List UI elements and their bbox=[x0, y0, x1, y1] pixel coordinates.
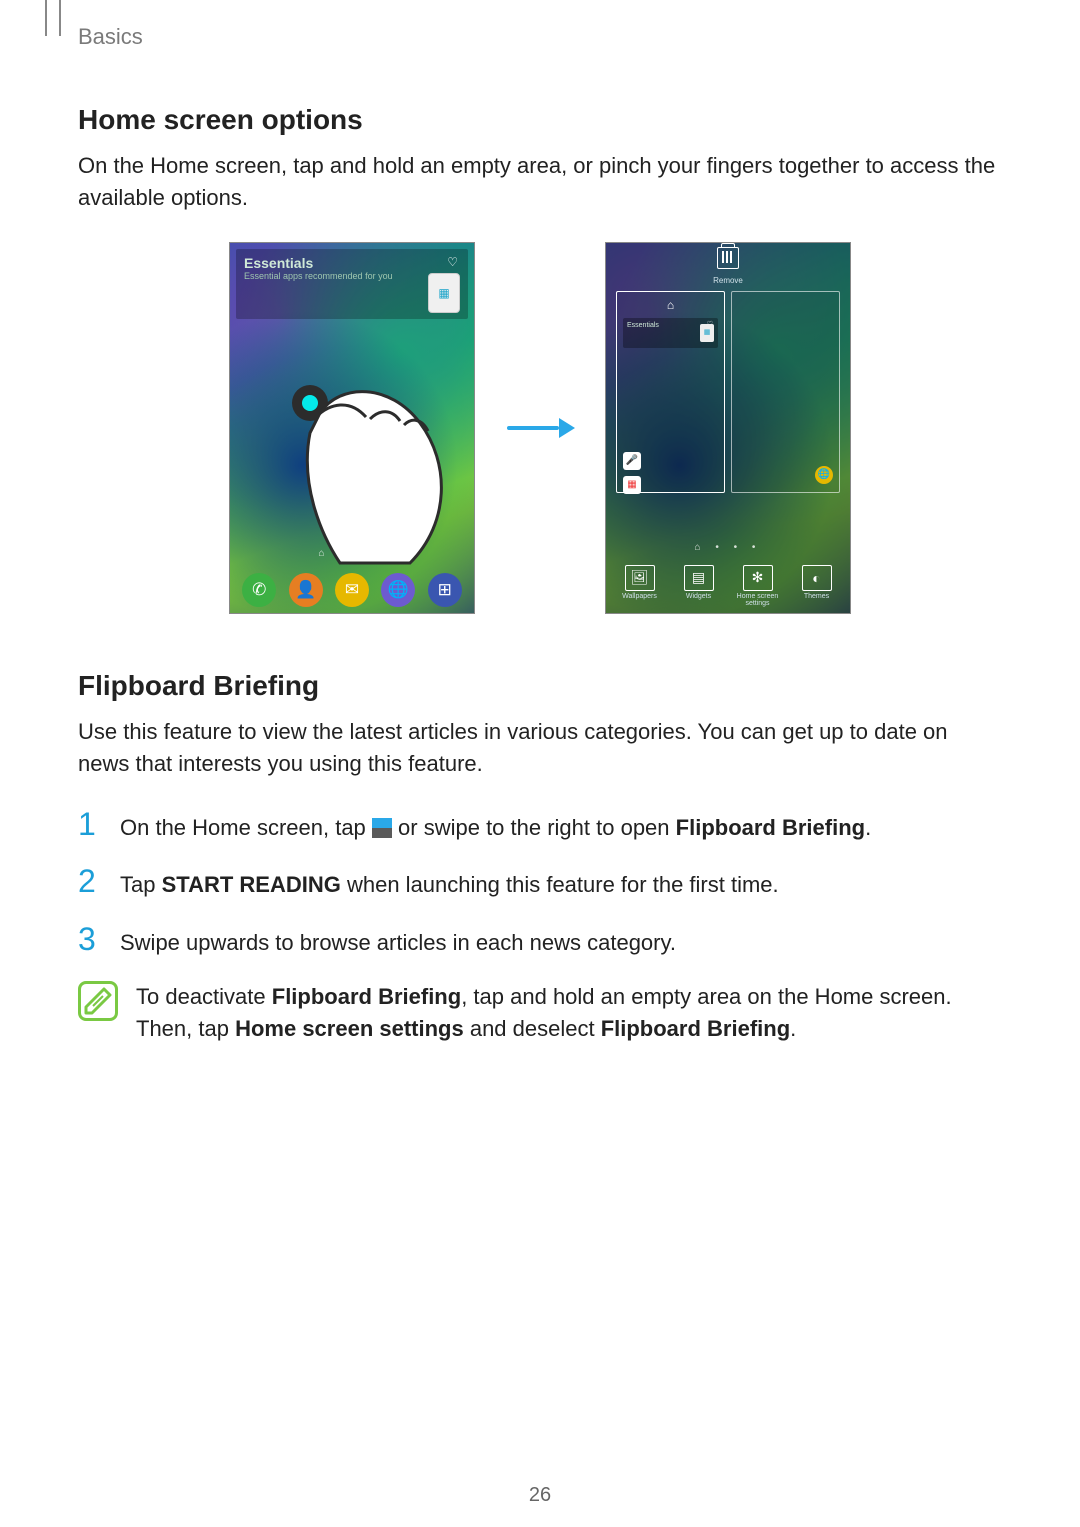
widgets-label: Widgets bbox=[677, 593, 721, 600]
step1-text-post: or swipe to the right to open bbox=[398, 815, 676, 840]
arrow-right-icon bbox=[507, 420, 573, 436]
wallpapers-label: Wallpapers bbox=[618, 593, 662, 600]
globe-chip-icon: 🌐 bbox=[815, 466, 833, 484]
flipboard-tile-icon bbox=[372, 818, 392, 838]
note-b1: Flipboard Briefing bbox=[272, 984, 461, 1009]
apps-icon: ⊞ bbox=[428, 573, 462, 607]
note-t1: To deactivate bbox=[136, 984, 272, 1009]
home-outline-icon: ⌂ bbox=[617, 298, 724, 312]
step-2: 2 Tap START READING when launching this … bbox=[78, 865, 1002, 901]
themes-icon: ◐ bbox=[802, 565, 832, 591]
page-indicator: ⌂ • • • bbox=[230, 548, 474, 559]
step3-text: Swipe upwards to browse articles in each… bbox=[120, 930, 676, 955]
mic-chip-icon: 🎤 bbox=[623, 452, 641, 470]
settings-icon: ✻ bbox=[743, 565, 773, 591]
figure-phone-before: ♡ Essentials Essential apps recommended … bbox=[229, 242, 475, 614]
figure-home-screen-options: ♡ Essentials Essential apps recommended … bbox=[78, 242, 1002, 614]
manual-page: Basics Home screen options On the Home s… bbox=[0, 0, 1080, 1527]
themes-label: Themes bbox=[795, 593, 839, 600]
step1-tail: . bbox=[865, 815, 871, 840]
step-3: 3 Swipe upwards to browse articles in ea… bbox=[78, 923, 1002, 959]
step-number: 2 bbox=[78, 865, 102, 897]
note-t4: . bbox=[790, 1016, 796, 1041]
step1-bold: Flipboard Briefing bbox=[676, 815, 865, 840]
grid-chip-icon: ▦ bbox=[623, 476, 641, 494]
messages-icon: ✉ bbox=[335, 573, 369, 607]
running-header: Basics bbox=[78, 24, 1002, 50]
home-panel-thumbnail: 🌐 bbox=[731, 291, 840, 493]
page-indicator: ⌂ • • • bbox=[606, 542, 850, 553]
note-icon bbox=[78, 981, 118, 1021]
step2-pre: Tap bbox=[120, 872, 162, 897]
page-edge-tab bbox=[45, 0, 61, 36]
apps-grid-icon: ▦ bbox=[700, 324, 714, 342]
home-widget-essentials: ♡ Essentials Essential apps recommended … bbox=[236, 249, 468, 319]
remove-label: Remove bbox=[606, 276, 850, 285]
options-dock: 🖼 Wallpapers ▤ Widgets ✻ Home screen set… bbox=[606, 565, 850, 607]
heading-flipboard-briefing: Flipboard Briefing bbox=[78, 670, 1002, 702]
page-number: 26 bbox=[0, 1484, 1080, 1507]
heart-icon: ♡ bbox=[447, 255, 458, 269]
internet-icon: 🌐 bbox=[381, 573, 415, 607]
step-number: 1 bbox=[78, 808, 102, 840]
step-1: 1 On the Home screen, tap or swipe to th… bbox=[78, 808, 1002, 844]
home-settings-label: Home screen settings bbox=[736, 593, 780, 607]
note-block: To deactivate Flipboard Briefing, tap an… bbox=[78, 981, 1002, 1045]
trash-icon bbox=[717, 247, 739, 269]
step1-text-pre: On the Home screen, tap bbox=[120, 815, 372, 840]
step2-post: when launching this feature for the firs… bbox=[341, 872, 779, 897]
note-b3: Flipboard Briefing bbox=[601, 1016, 790, 1041]
step-number: 3 bbox=[78, 923, 102, 955]
widget-title: Essentials bbox=[236, 249, 468, 271]
touch-gesture-icon bbox=[280, 373, 460, 573]
apps-grid-icon: ▦ bbox=[428, 273, 460, 313]
wallpapers-icon: 🖼 bbox=[625, 565, 655, 591]
heading-home-screen-options: Home screen options bbox=[78, 104, 1002, 136]
paragraph-flipboard-briefing: Use this feature to view the latest arti… bbox=[78, 716, 1002, 780]
mini-widget: ♡ Essentials ▦ bbox=[623, 318, 718, 348]
figure-phone-options: Remove ⌂ ♡ Essentials ▦ 🎤 ▦ 🌐 bbox=[605, 242, 851, 614]
remove-button: Remove bbox=[606, 247, 850, 285]
dock: ✆ 👤 ✉ 🌐 ⊞ bbox=[230, 573, 474, 607]
paragraph-home-screen-options: On the Home screen, tap and hold an empt… bbox=[78, 150, 1002, 214]
widgets-icon: ▤ bbox=[684, 565, 714, 591]
note-b2: Home screen settings bbox=[235, 1016, 464, 1041]
step2-bold: START READING bbox=[162, 872, 341, 897]
home-panel-thumbnail-active: ⌂ ♡ Essentials ▦ 🎤 ▦ bbox=[616, 291, 725, 493]
contacts-icon: 👤 bbox=[289, 573, 323, 607]
note-t3: and deselect bbox=[464, 1016, 601, 1041]
phone-icon: ✆ bbox=[242, 573, 276, 607]
